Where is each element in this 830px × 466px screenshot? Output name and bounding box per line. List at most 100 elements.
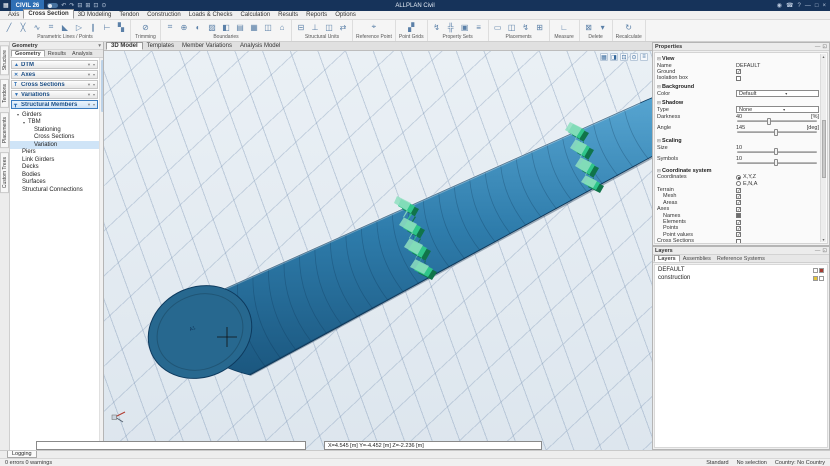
ribbon-tab[interactable]: Cross Section xyxy=(23,9,73,19)
property-radio[interactable] xyxy=(736,175,741,180)
tree-item[interactable]: Structural Connections xyxy=(10,186,103,194)
tree-item[interactable]: Surfaces xyxy=(10,179,103,187)
visibility-swatch[interactable] xyxy=(813,276,818,281)
minimize-icon[interactable]: — xyxy=(815,44,821,50)
layer-section-icon[interactable]: ▤ xyxy=(234,21,246,33)
split-cell-icon[interactable]: ◫ xyxy=(262,21,274,33)
shaded-view-icon[interactable]: ◨ xyxy=(610,53,618,61)
spline-icon[interactable]: ∿ xyxy=(31,21,43,33)
filter-icon[interactable]: ▼ xyxy=(87,92,91,97)
collapse-icon[interactable]: ▾ xyxy=(93,102,95,107)
recalculate-icon[interactable]: ↻ xyxy=(623,21,635,33)
property-checkbox[interactable] xyxy=(736,76,741,81)
collapse-icon[interactable]: ▾ xyxy=(93,82,95,87)
vault-icon[interactable]: ⌂ xyxy=(276,21,288,33)
parallel-icon[interactable]: ∥ xyxy=(87,21,99,33)
layers-tab[interactable]: Assemblies xyxy=(680,255,714,262)
color-swatch[interactable] xyxy=(819,268,824,273)
sidebar-section-header[interactable]: ┳ Structural Members ▼▾ xyxy=(11,100,98,109)
layer-row[interactable]: construction xyxy=(655,274,827,282)
layers-tab[interactable]: Reference Systems xyxy=(714,255,768,262)
placement-frame-icon[interactable]: ▭ xyxy=(492,21,504,33)
ribbon-tab[interactable]: Loads & Checks xyxy=(185,11,237,19)
sidebar-section-header[interactable]: ✕ Axes ▼▾ xyxy=(11,70,98,79)
restore-icon[interactable]: □ xyxy=(815,3,819,9)
rail-tab[interactable]: Tendons xyxy=(0,79,9,108)
rail-tab[interactable]: Structure xyxy=(0,45,9,75)
deck-unit-icon[interactable]: ◫ xyxy=(323,21,335,33)
undo-icon[interactable]: ↶ xyxy=(61,2,66,9)
window-grid-icon[interactable]: ⊞ xyxy=(85,2,90,9)
sidebar-tab[interactable]: Geometry xyxy=(11,50,45,57)
minimize-icon[interactable]: — xyxy=(815,248,821,254)
fit-view-icon[interactable]: ▦ xyxy=(600,53,608,61)
minimize-icon[interactable]: — xyxy=(805,3,811,9)
sidebar-section-header[interactable]: ▲ DTM ▼▾ xyxy=(11,60,98,69)
tree-item[interactable]: ▾ TBM xyxy=(10,119,103,127)
measure-icon[interactable]: ∟ xyxy=(558,21,570,33)
rail-tab[interactable]: Placements xyxy=(0,112,9,148)
tree-item[interactable]: ▾ Girders xyxy=(10,111,103,119)
ribbon-tab[interactable]: Results xyxy=(274,11,302,19)
sync-icon[interactable]: ⊙ xyxy=(101,2,106,9)
account-icon[interactable]: ◉ xyxy=(777,2,782,9)
property-checkbox[interactable] xyxy=(736,188,741,193)
property-checkbox[interactable] xyxy=(736,213,741,218)
color-swatch[interactable] xyxy=(819,276,824,281)
polyline-icon[interactable]: ╳ xyxy=(17,21,29,33)
property-row[interactable]: Symbols 10 ▾ xyxy=(657,155,819,166)
contact-icon[interactable]: ☎ xyxy=(786,2,793,9)
half-section-icon[interactable]: ◐ xyxy=(192,21,204,33)
placement-copy-icon[interactable]: ⊞ xyxy=(534,21,546,33)
sidebar-tab[interactable]: Results xyxy=(45,50,69,57)
dynamic-input-field[interactable] xyxy=(36,441,306,450)
image-view-icon[interactable]: ⊡ xyxy=(620,53,628,61)
property-checkbox[interactable] xyxy=(736,200,741,205)
slider-handle[interactable] xyxy=(774,159,778,166)
logging-tab[interactable]: Logging xyxy=(7,451,37,458)
tree-item[interactable]: Cross Sections xyxy=(10,134,103,142)
placement-block-icon[interactable]: ◫ xyxy=(506,21,518,33)
property-checkbox[interactable] xyxy=(736,239,741,244)
scroll-up-icon[interactable]: ▴ xyxy=(822,54,824,59)
viewport-tab[interactable]: Analysis Model xyxy=(236,42,284,50)
tree-item[interactable]: Bodies xyxy=(10,171,103,179)
rail-tab[interactable]: Custom Trees xyxy=(0,152,9,193)
visibility-swatch[interactable] xyxy=(813,268,818,273)
property-radio[interactable] xyxy=(736,181,741,186)
scroll-down-icon[interactable]: ▾ xyxy=(822,237,824,242)
set-grid-icon[interactable]: ╬ xyxy=(445,21,457,33)
collapse-icon[interactable]: ▾ xyxy=(93,92,95,97)
tree-item[interactable]: Link Girders xyxy=(10,156,103,164)
3d-scene[interactable]: A1 xyxy=(104,51,652,450)
collapse-icon[interactable]: ▾ xyxy=(93,62,95,67)
ribbon-tab[interactable]: Calculation xyxy=(236,11,274,19)
region-icon[interactable]: ▨ xyxy=(206,21,218,33)
set-box-icon[interactable]: ▣ xyxy=(459,21,471,33)
projection-icon[interactable]: ▷ xyxy=(73,21,85,33)
property-checkbox[interactable] xyxy=(736,194,741,199)
pin-icon[interactable]: ⊡ xyxy=(822,248,827,254)
reference-point-icon[interactable]: ⌖ xyxy=(368,21,380,33)
dropdown-caret-icon[interactable]: ▾ xyxy=(785,91,787,96)
sidebar-section-header[interactable]: T Cross Sections ▼▾ xyxy=(11,80,98,89)
tree-item[interactable]: Stationing xyxy=(10,126,103,134)
property-row[interactable]: Cross Sections ▾ xyxy=(657,238,819,244)
placement-flash-icon[interactable]: ↯ xyxy=(520,21,532,33)
assign-set-icon[interactable]: ↯ xyxy=(431,21,443,33)
triangle-icon[interactable]: ◣ xyxy=(59,21,71,33)
view-settings-icon[interactable]: ≡ xyxy=(640,53,648,61)
girder-unit-icon[interactable]: ⊟ xyxy=(295,21,307,33)
pier-unit-icon[interactable]: ⊥ xyxy=(309,21,321,33)
tree-item[interactable]: Piers xyxy=(10,149,103,157)
property-checkbox[interactable] xyxy=(736,232,741,237)
add-boundary-icon[interactable]: ⊕ xyxy=(178,21,190,33)
help-icon[interactable]: ? xyxy=(798,3,801,9)
pin-icon[interactable]: ⊡ xyxy=(822,44,827,50)
property-checkbox[interactable] xyxy=(736,69,741,74)
window-view-icon[interactable]: ⊡ xyxy=(93,2,98,9)
window-min-icon[interactable]: ⊟ xyxy=(77,2,82,9)
delete-caret-icon[interactable]: ▾ xyxy=(597,21,609,33)
hatch-icon[interactable]: ▚ xyxy=(115,21,127,33)
ribbon-tab[interactable]: Tendon xyxy=(115,11,143,19)
